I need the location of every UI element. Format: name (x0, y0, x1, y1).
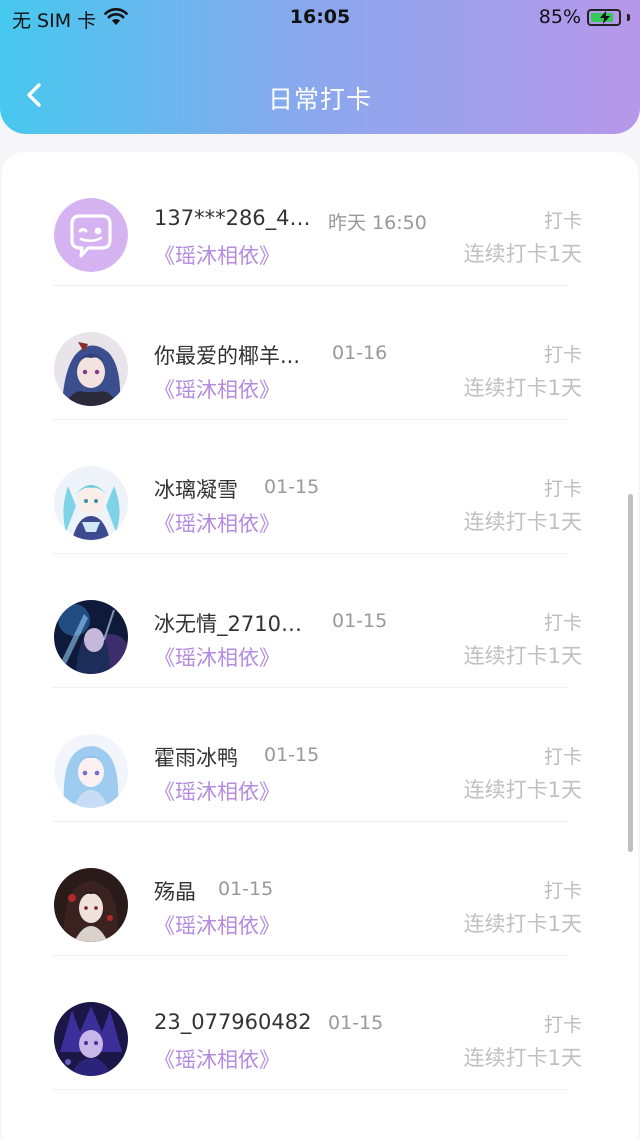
streak-label: 连续打卡1天 (463, 510, 582, 534)
project-link[interactable]: 《瑶沐相依》 (154, 374, 280, 404)
user-name: 冰璃凝雪 (154, 478, 238, 502)
user-name: 你最爱的椰羊... (154, 344, 301, 368)
header-bar: 无 SIM 卡 16:05 85% 日常打卡 (0, 0, 640, 134)
avatar[interactable] (54, 332, 128, 406)
avatar[interactable] (54, 1002, 128, 1076)
streak-label: 连续打卡1天 (463, 912, 582, 936)
page-title: 日常打卡 (267, 85, 372, 114)
checkin-label: 打卡 (543, 880, 582, 902)
checkin-time: 01-15 (264, 476, 320, 498)
list-item[interactable]: 殇晶 01-15 《瑶沐相依》 打卡 连续打卡1天 (2, 822, 638, 956)
user-name: 冰无情_27109... (154, 612, 314, 636)
checkin-time: 01-15 (264, 744, 320, 766)
streak-label: 连续打卡1天 (463, 242, 582, 266)
checkin-time: 昨天 16:50 (328, 212, 427, 234)
project-link[interactable]: 《瑶沐相依》 (154, 642, 280, 672)
project-link[interactable]: 《瑶沐相依》 (154, 508, 280, 538)
battery-cap (627, 13, 630, 21)
checkin-label: 打卡 (543, 1014, 582, 1036)
checkin-time: 01-16 (332, 342, 388, 364)
project-link[interactable]: 《瑶沐相依》 (154, 776, 280, 806)
project-link[interactable]: 《瑶沐相依》 (154, 1044, 280, 1074)
checkin-list[interactable]: 137***286_47... 昨天 16:50 《瑶沐相依》 打卡 连续打卡1… (2, 152, 638, 1138)
battery-icon (587, 8, 621, 26)
user-name: 殇晶 (154, 880, 196, 904)
list-item[interactable]: 137***286_47... 昨天 16:50 《瑶沐相依》 打卡 连续打卡1… (2, 152, 638, 286)
list-item[interactable]: 你最爱的椰羊... 01-16 《瑶沐相依》 打卡 连续打卡1天 (2, 286, 638, 420)
user-name: 137***286_47... (154, 206, 314, 230)
user-name: 霍雨冰鸭 (154, 746, 238, 770)
list-item[interactable]: 冰无情_27109... 01-15 《瑶沐相依》 打卡 连续打卡1天 (2, 554, 638, 688)
checkin-time: 01-15 (332, 610, 388, 632)
checkin-label: 打卡 (543, 612, 582, 634)
checkin-label: 打卡 (543, 746, 582, 768)
checkin-time: 01-15 (218, 878, 274, 900)
project-link[interactable]: 《瑶沐相依》 (154, 910, 280, 940)
streak-label: 连续打卡1天 (463, 376, 582, 400)
battery-percent: 85% (538, 6, 581, 28)
list-item[interactable]: 23_077960482 01-15 《瑶沐相依》 打卡 连续打卡1天 (2, 956, 638, 1090)
project-link[interactable]: 《瑶沐相依》 (154, 240, 280, 270)
avatar[interactable] (54, 734, 128, 808)
checkin-label: 打卡 (543, 344, 582, 366)
streak-label: 连续打卡1天 (463, 778, 582, 802)
checkin-label: 打卡 (543, 478, 582, 500)
list-item[interactable]: 冰璃凝雪 01-15 《瑶沐相依》 打卡 连续打卡1天 (2, 420, 638, 554)
user-name: 23_077960482 (154, 1010, 312, 1034)
avatar[interactable] (54, 198, 128, 272)
avatar[interactable] (54, 600, 128, 674)
checkin-time: 01-15 (328, 1012, 384, 1034)
list-item[interactable]: 霍雨冰鸭 01-15 《瑶沐相依》 打卡 连续打卡1天 (2, 688, 638, 822)
avatar[interactable] (54, 466, 128, 540)
avatar[interactable] (54, 868, 128, 942)
scrollbar[interactable] (628, 494, 633, 852)
status-bar: 无 SIM 卡 16:05 85% (0, 0, 640, 36)
streak-label: 连续打卡1天 (463, 1046, 582, 1070)
checkin-label: 打卡 (543, 210, 582, 232)
row-divider (52, 1089, 568, 1090)
charging-bolt-icon (600, 10, 610, 24)
streak-label: 连续打卡1天 (463, 644, 582, 668)
